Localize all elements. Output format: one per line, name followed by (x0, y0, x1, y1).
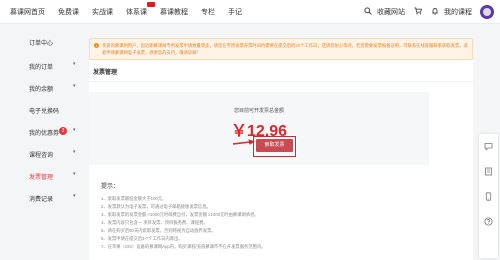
chevron-down-icon: ▾ (73, 83, 76, 89)
nav-tutorials[interactable]: 慕课教程 (160, 7, 188, 17)
user-avatar[interactable] (480, 5, 494, 19)
new-badge (147, 2, 155, 7)
nav-home[interactable]: 慕课网首页 (10, 7, 45, 17)
help-icon[interactable] (484, 217, 493, 226)
chevron-down-icon: ▾ (73, 171, 76, 177)
amount-caption: 您目前可开发票总金额 (233, 108, 284, 114)
sidebar-title: 订单中心 (29, 41, 54, 47)
my-courses-link[interactable]: 我的课程 (444, 7, 472, 17)
tips-title: 提示： (101, 184, 120, 190)
invoice-amount-panel: 您目前可开发票总金额 ￥12.96 索取发票 (89, 92, 429, 165)
chat-icon[interactable] (484, 142, 493, 151)
nav-free-courses[interactable]: 免费课 (58, 7, 79, 17)
sidebar-item-redeem-code[interactable]: 电子兑换码 (20, 104, 86, 115)
sidebar: 订单中心 我的订单 ▾ 我的余额 ▾ 电子兑换码 我的优惠券 3 ▾ 课程咨询 … (20, 38, 86, 214)
chevron-down-icon: ▾ (73, 61, 76, 67)
phone-icon[interactable] (484, 192, 493, 201)
page-title: 发票管理 (93, 70, 118, 76)
card-header: 发票管理 (89, 60, 473, 82)
chevron-down-icon: ▾ (73, 149, 76, 155)
floating-toolbar (479, 134, 498, 258)
search-icon[interactable] (364, 7, 372, 17)
bell-icon[interactable] (431, 7, 439, 17)
sidebar-item-label: 我的订单 (29, 65, 54, 71)
list-item: 2、发票默认为电子发票，可通过电子邮箱接收发票信息。 (101, 204, 211, 209)
notice-text: 亲爱的慕课网用户，因近期慕课网专用发票申请数量增多，请您在专用发票开票时间约需要… (102, 43, 468, 55)
sidebar-item-label: 课程咨询 (29, 153, 54, 159)
list-item: 5、请在购买后90天内索取发票，否则将视为自动放弃发票。 (101, 228, 216, 233)
sidebar-item-invoice-management[interactable]: 发票管理 ▾ (20, 170, 86, 181)
main-nav: 慕课网首页 免费课 实战课 体系课 慕课教程 专栏 手记 (10, 0, 255, 24)
top-navbar: 慕课网首页 免费课 实战课 体系课 慕课教程 专栏 手记 收藏网站 我的课程 (0, 0, 500, 24)
nav-right: 收藏网站 我的课程 (355, 0, 494, 24)
sidebar-item-course-consult[interactable]: 课程咨询 ▾ (20, 148, 86, 159)
sidebar-item-label: 我的余额 (29, 87, 54, 93)
sidebar-item-my-balance[interactable]: 我的余额 ▾ (20, 82, 86, 93)
main-content: ! 亲爱的慕课网用户，因近期慕课网专用发票申请数量增多，请您在专用发票开票时间约… (89, 38, 473, 260)
list-item: 4、发票内容只包含一 项目发票、项目服务费、课程费。 (101, 220, 208, 225)
list-item: 1、索取发票最低金额大于100元。 (101, 196, 167, 201)
list-item: 6、发票申请在提交后3-7个工作日内寄出。 (101, 236, 183, 241)
sidebar-item-label: 消费记录 (29, 197, 54, 203)
chevron-down-icon: ▾ (73, 127, 76, 133)
collect-site-link[interactable]: 收藏网站 (377, 7, 405, 17)
cart-icon[interactable] (414, 7, 422, 17)
sidebar-item-my-coupons[interactable]: 我的优惠券 3 ▾ (20, 126, 86, 137)
warning-icon: ! (94, 43, 99, 48)
nav-system-courses-label: 体系课 (126, 9, 147, 16)
invoice-card: 您目前可开发票总金额 ￥12.96 索取发票 提示： 1、索取发票最低金额大于1… (89, 82, 473, 260)
request-invoice-button[interactable]: 索取发票 (256, 139, 293, 152)
feedback-icon[interactable] (484, 167, 493, 176)
nav-notes[interactable]: 手记 (228, 7, 242, 17)
chevron-down-icon: ▾ (73, 193, 76, 199)
sidebar-item-my-orders[interactable]: 我的订单 ▾ (20, 60, 86, 71)
sidebar-item-spending-records[interactable]: 消费记录 ▾ (20, 192, 86, 203)
nav-columns[interactable]: 专栏 (201, 7, 215, 17)
coupon-count-badge: 3 (59, 127, 67, 135)
nav-practical-courses[interactable]: 实战课 (92, 7, 113, 17)
list-item: 3、索取发票的发票金额 <1000元时邮费自付，发票金额 ≥1000元时由慕课网… (101, 212, 259, 217)
sidebar-item-label: 电子兑换码 (29, 109, 60, 115)
tips-list: 1、索取发票最低金额大于100元。 2、发票默认为电子发票，可通过电子邮箱接收发… (101, 195, 421, 251)
sidebar-item-label: 发票管理 (29, 175, 54, 181)
nav-system-courses[interactable]: 体系课 (126, 2, 155, 17)
notice-banner: ! 亲爱的慕课网用户，因近期慕课网专用发票申请数量增多，请您在专用发票开票时间约… (89, 38, 473, 60)
list-item: 7、在苹果（iOS）设备的慕课网App内，购买课程/充值慕课币不在开发票服务范围… (101, 244, 266, 249)
sidebar-item-label: 我的优惠券 (29, 131, 60, 137)
